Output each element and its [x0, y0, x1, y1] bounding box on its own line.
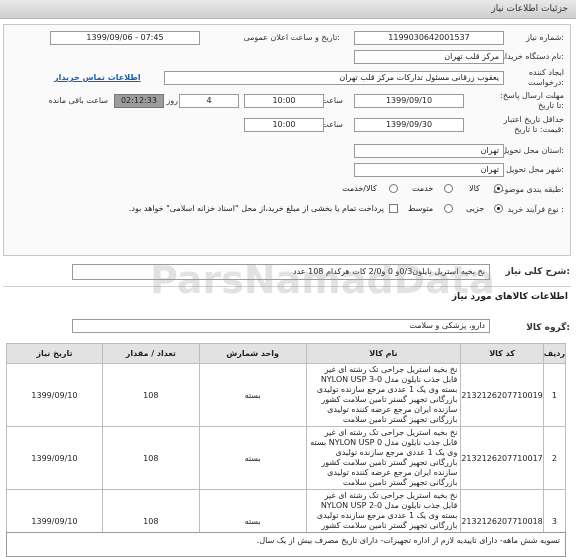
col-qty: تعداد / مقدار — [101, 343, 200, 364]
summary-label: شرح کلی نیاز: — [505, 267, 570, 277]
cell-row: 1 — [542, 363, 567, 427]
announce-label: تاریخ و ساعت اعلان عمومی: — [243, 33, 340, 42]
remaining-time-field: 02:12:33 — [114, 94, 164, 108]
cell-code: 2132126207710019 — [460, 363, 544, 427]
category-option-goods-service: کالا/خدمت — [342, 184, 377, 193]
announce-field: 1399/09/06 - 07:45 — [50, 31, 200, 45]
deadline-date-field: 1399/09/10 — [354, 94, 464, 108]
cell-name: نخ بخیه استریل جراحی تک رشته ای غیر قابل… — [305, 363, 462, 427]
buyer-field: مرکز قلب تهران — [354, 50, 504, 64]
province-field: تهران — [354, 144, 504, 158]
validity-label: حداقل تاریخ اعتبار قیمت: تا تاریخ: — [503, 115, 564, 134]
window-titlebar: جزئیات اطلاعات نیاز — [0, 0, 576, 19]
cell-unit: بسته — [198, 363, 307, 427]
table-row: 1 2132126207710019 نخ بخیه استریل جراحی … — [6, 363, 567, 427]
deadline-time-label: ساعت — [321, 96, 343, 105]
cell-qty: 108 — [101, 363, 200, 427]
col-name: نام کالا — [305, 343, 462, 364]
cell-code: 2132126207710017 — [460, 426, 544, 490]
summary-field: نخ بخیه استریل نایلون0/3و 0 و2/0 کات هرک… — [72, 264, 490, 280]
buyer-contact-link[interactable]: اطلاعات تماس خریدار — [54, 73, 141, 82]
deadline-label: مهلت ارسال پاسخ: تا تاریخ: — [500, 91, 564, 110]
need-number-field: 1199030642001537 — [354, 31, 504, 45]
table-header-row: ردیف کد کالا نام کالا واحد شمارش تعداد /… — [6, 343, 567, 364]
city-label: شهر محل تحویل: — [506, 165, 564, 174]
table-row: 2 2132126207710017 نخ بخیه استریل جراحی … — [6, 426, 567, 490]
category-option-service: خدمت — [412, 184, 434, 193]
col-row: ردیف — [542, 343, 567, 364]
divider — [3, 286, 571, 287]
notes-box: تسویه شش ماهه- دارای تاییدیه لازم از ادا… — [6, 532, 566, 557]
group-label: گروه کالا: — [526, 323, 570, 333]
cell-date: 1399/09/10 — [6, 426, 103, 490]
validity-time-field: 10:00 — [244, 118, 324, 132]
items-table: ردیف کد کالا نام کالا واحد شمارش تعداد /… — [6, 343, 567, 553]
deadline-time-field: 10:00 — [244, 94, 324, 108]
category-option-goods: کالا — [469, 184, 480, 193]
days-remaining-field: 4 — [179, 94, 239, 108]
treasury-payment-note: پرداخت تمام یا بخشی از مبلغ خرید،از محل … — [128, 204, 384, 213]
window-title: جزئیات اطلاعات نیاز — [491, 4, 568, 14]
need-details-panel: شماره نیاز: 1199030642001537 تاریخ و ساع… — [3, 24, 571, 256]
process-label: نوع فرآیند خرید : — [507, 205, 564, 214]
goods-section-title: اطلاعات کالاهای مورد نیاز — [451, 292, 568, 302]
process-radio-medium[interactable] — [444, 204, 453, 213]
creator-label: ایجاد کننده درخواست: — [528, 68, 564, 87]
group-field: دارو، پزشکی و سلامت — [72, 319, 490, 333]
validity-date-field: 1399/09/30 — [354, 118, 464, 132]
col-code: کد کالا — [460, 343, 544, 364]
category-label: طبقه بندی موضوعی: — [493, 185, 564, 194]
category-radio-service[interactable] — [444, 184, 453, 193]
cell-qty: 108 — [101, 426, 200, 490]
cell-date: 1399/09/10 — [6, 363, 103, 427]
process-radio-minor[interactable] — [494, 204, 503, 213]
process-option-medium: متوسط — [408, 204, 434, 213]
cell-row: 2 — [542, 426, 567, 490]
validity-time-label: ساعت — [321, 120, 343, 129]
remaining-time-label: ساعت باقی مانده — [48, 96, 108, 105]
category-radio-goods[interactable] — [494, 184, 503, 193]
cell-name: نخ بخیه استریل جراحی تک رشته ای غیر قابل… — [305, 426, 462, 490]
treasury-payment-checkbox[interactable] — [389, 204, 398, 213]
province-label: استان محل تحویل: — [501, 146, 564, 155]
process-option-minor: جزیی — [466, 204, 485, 213]
need-number-label: شماره نیاز: — [525, 33, 564, 42]
category-radio-goods-service[interactable] — [389, 184, 398, 193]
col-date: تاریخ نیاز — [6, 343, 103, 364]
cell-unit: بسته — [198, 426, 307, 490]
creator-field: یعقوب زرقانی مسئول تدارکات مرکز قلب تهرا… — [164, 71, 504, 85]
city-field: تهران — [354, 163, 504, 177]
col-unit: واحد شمارش — [198, 343, 307, 364]
buyer-label: نام دستگاه خریدار: — [500, 52, 564, 61]
